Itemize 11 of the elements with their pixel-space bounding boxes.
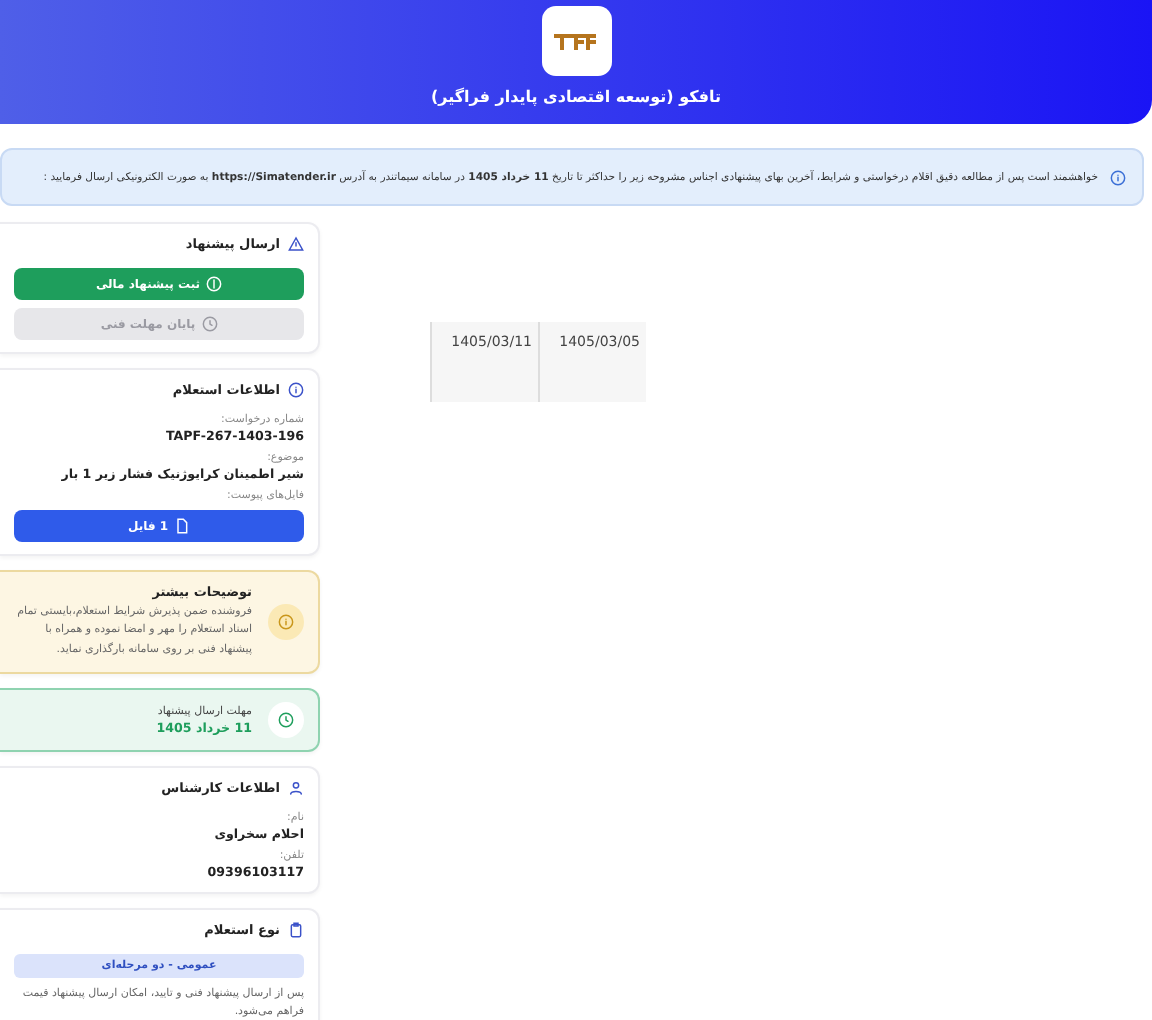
clipboard-icon — [288, 922, 304, 939]
person-icon — [288, 780, 304, 797]
info-icon — [288, 382, 304, 398]
info-icon — [278, 614, 294, 631]
warning-icon — [288, 236, 304, 252]
file-icon — [174, 518, 191, 534]
info-icon — [1110, 169, 1126, 185]
clock-icon — [201, 316, 218, 332]
clock-icon — [278, 712, 294, 729]
logo-icon — [541, 6, 611, 76]
company-title: تافکو (توسعه اقتصادی پایدار فراگیر) — [430, 88, 722, 106]
